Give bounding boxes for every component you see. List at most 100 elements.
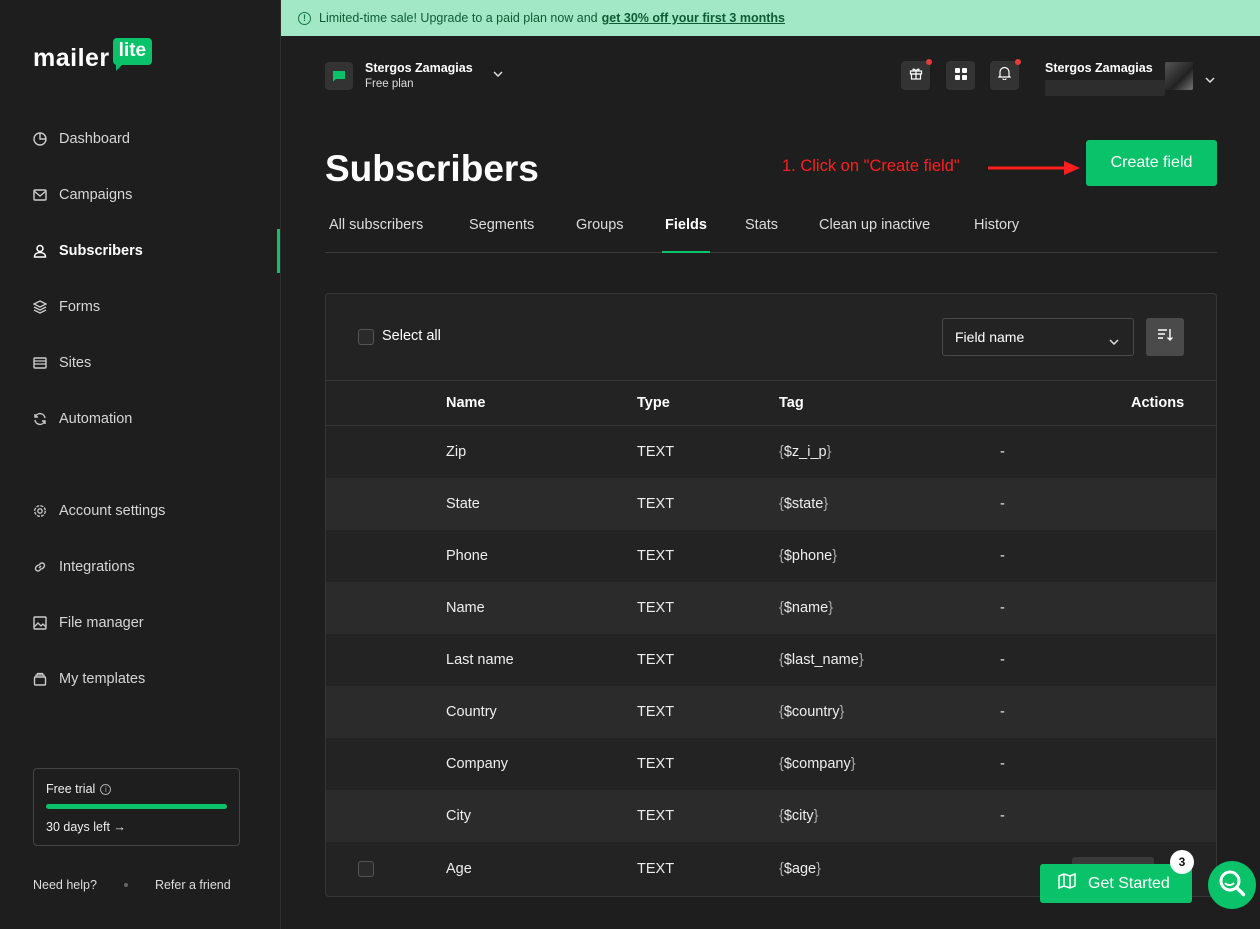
info-icon[interactable]: i <box>100 783 112 795</box>
sidebar-item-subscribers[interactable]: Subscribers <box>33 239 143 263</box>
field-type: TEXT <box>637 704 675 720</box>
sidebar-item-integrations[interactable]: Integrations <box>33 555 135 579</box>
table-row[interactable]: Name TEXT {$name} - <box>326 582 1216 634</box>
trial-days-link[interactable]: 30 days left → <box>46 820 227 834</box>
field-name: Last name <box>446 652 514 668</box>
sidebar-item-automation[interactable]: Automation <box>33 407 132 431</box>
sidebar-item-dashboard[interactable]: Dashboard <box>33 127 130 151</box>
refer-friend-link[interactable]: Refer a friend <box>155 878 231 892</box>
banner-text: Limited-time sale! Upgrade to a paid pla… <box>319 11 598 25</box>
chat-icon <box>325 61 353 90</box>
bell-icon <box>997 66 1012 85</box>
table-row[interactable]: Last name TEXT {$last_name} - <box>326 634 1216 686</box>
sidebar-item-my-templates[interactable]: My templates <box>33 667 145 691</box>
sidebar-item-file-manager[interactable]: File manager <box>33 611 144 635</box>
sidebar: mailer lite Dashboard Campaigns Subscrib… <box>0 0 281 929</box>
tab-all-subscribers[interactable]: All subscribers <box>329 217 423 253</box>
create-field-button[interactable]: Create field <box>1086 140 1217 186</box>
mailerlite-logo[interactable]: mailer lite <box>33 38 153 73</box>
layers-icon <box>33 300 47 314</box>
account-plan: Free plan <box>365 78 414 90</box>
sidebar-item-label: Dashboard <box>59 131 130 147</box>
table-body: Zip TEXT {$z_i_p} - State TEXT {$state} … <box>326 426 1216 894</box>
fields-panel: Select all Field name Name Type Tag Acti… <box>325 293 1217 897</box>
sidebar-item-account-settings[interactable]: Account settings <box>33 499 165 523</box>
table-row[interactable]: Company TEXT {$company} - <box>326 738 1216 790</box>
sort-field-select[interactable]: Field name <box>942 318 1134 356</box>
trial-progress-bar <box>46 804 227 809</box>
table-row[interactable]: Phone TEXT {$phone} - <box>326 530 1216 582</box>
gift-icon <box>909 66 923 85</box>
tab-clean-up-inactive[interactable]: Clean up inactive <box>819 217 930 253</box>
table-row[interactable]: City TEXT {$city} - <box>326 790 1216 842</box>
field-action: - <box>1000 548 1005 564</box>
separator-dot <box>123 883 128 887</box>
dashboard-icon <box>33 132 47 146</box>
field-name: City <box>446 808 471 824</box>
free-trial-card[interactable]: Free trial i 30 days left → <box>33 768 240 846</box>
field-action: - <box>1000 600 1005 616</box>
row-checkbox[interactable] <box>358 861 374 877</box>
user-menu[interactable]: Stergos Zamagias <box>1045 61 1165 96</box>
active-nav-indicator <box>277 229 280 273</box>
table-toolbar: Select all Field name <box>326 294 1216 381</box>
sidebar-item-label: File manager <box>59 615 144 631</box>
avatar[interactable] <box>1165 62 1193 90</box>
trial-label-row: Free trial i <box>46 782 227 796</box>
gift-button[interactable] <box>901 59 932 90</box>
page-title: Subscribers <box>325 148 539 189</box>
field-type: TEXT <box>637 600 675 616</box>
field-action: - <box>1000 444 1005 460</box>
table-row[interactable]: State TEXT {$state} - <box>326 478 1216 530</box>
tab-fields[interactable]: Fields <box>662 217 710 253</box>
get-started-label: Get Started <box>1088 874 1170 892</box>
mail-icon <box>33 188 47 202</box>
field-type: TEXT <box>637 548 675 564</box>
sidebar-item-label: Automation <box>59 411 133 427</box>
chevron-down-icon[interactable] <box>1205 70 1215 88</box>
select-all-label[interactable]: Select all <box>382 328 441 344</box>
sidebar-item-label: Subscribers <box>59 243 143 259</box>
sort-icon <box>1157 328 1173 347</box>
sidebar-item-label: My templates <box>59 671 146 687</box>
banner-offer-link[interactable]: get 30% off your first 3 months <box>602 11 785 25</box>
notifications-button[interactable] <box>990 59 1021 90</box>
sidebar-item-forms[interactable]: Forms <box>33 295 100 319</box>
table-row[interactable]: Zip TEXT {$z_i_p} - <box>326 426 1216 478</box>
link-icon <box>33 560 47 574</box>
logo-word: mailer <box>33 44 110 72</box>
select-all-checkbox[interactable] <box>358 329 374 345</box>
sidebar-item-sites[interactable]: Sites <box>33 351 91 375</box>
field-name: Age <box>446 861 472 877</box>
field-name: State <box>446 496 480 512</box>
field-type: TEXT <box>637 861 675 877</box>
map-icon <box>1058 872 1076 894</box>
account-name: Stergos Zamagias <box>365 61 473 75</box>
field-name: Name <box>446 600 485 616</box>
account-switcher[interactable]: Stergos Zamagias Free plan <box>325 61 503 90</box>
get-started-count-badge: 3 <box>1170 850 1194 874</box>
tab-segments[interactable]: Segments <box>469 217 534 253</box>
tutorial-annotation: 1. Click on "Create field" <box>782 157 960 175</box>
sidebar-item-campaigns[interactable]: Campaigns <box>33 183 132 207</box>
get-started-button[interactable]: Get Started <box>1040 864 1192 903</box>
tab-groups[interactable]: Groups <box>576 217 624 253</box>
field-type: TEXT <box>637 652 675 668</box>
column-header-actions: Actions <box>1131 395 1185 411</box>
help-search-button[interactable] <box>1208 861 1256 909</box>
column-header-tag: Tag <box>779 395 804 411</box>
sort-order-button[interactable] <box>1146 318 1184 356</box>
subscriber-tabs: All subscribers Segments Groups Fields S… <box>325 205 1217 253</box>
field-tag: {$z_i_p} <box>779 444 832 460</box>
refresh-icon <box>33 412 47 426</box>
field-name: Zip <box>446 444 467 460</box>
notification-dot <box>926 59 932 65</box>
tab-stats[interactable]: Stats <box>745 217 778 253</box>
field-tag: {$city} <box>779 808 819 824</box>
table-row[interactable]: Country TEXT {$country} - <box>326 686 1216 738</box>
trial-label: Free trial <box>46 782 96 796</box>
logo-badge: lite <box>112 38 153 71</box>
tab-history[interactable]: History <box>974 217 1019 253</box>
need-help-link[interactable]: Need help? <box>33 878 97 892</box>
apps-button[interactable] <box>946 61 975 90</box>
